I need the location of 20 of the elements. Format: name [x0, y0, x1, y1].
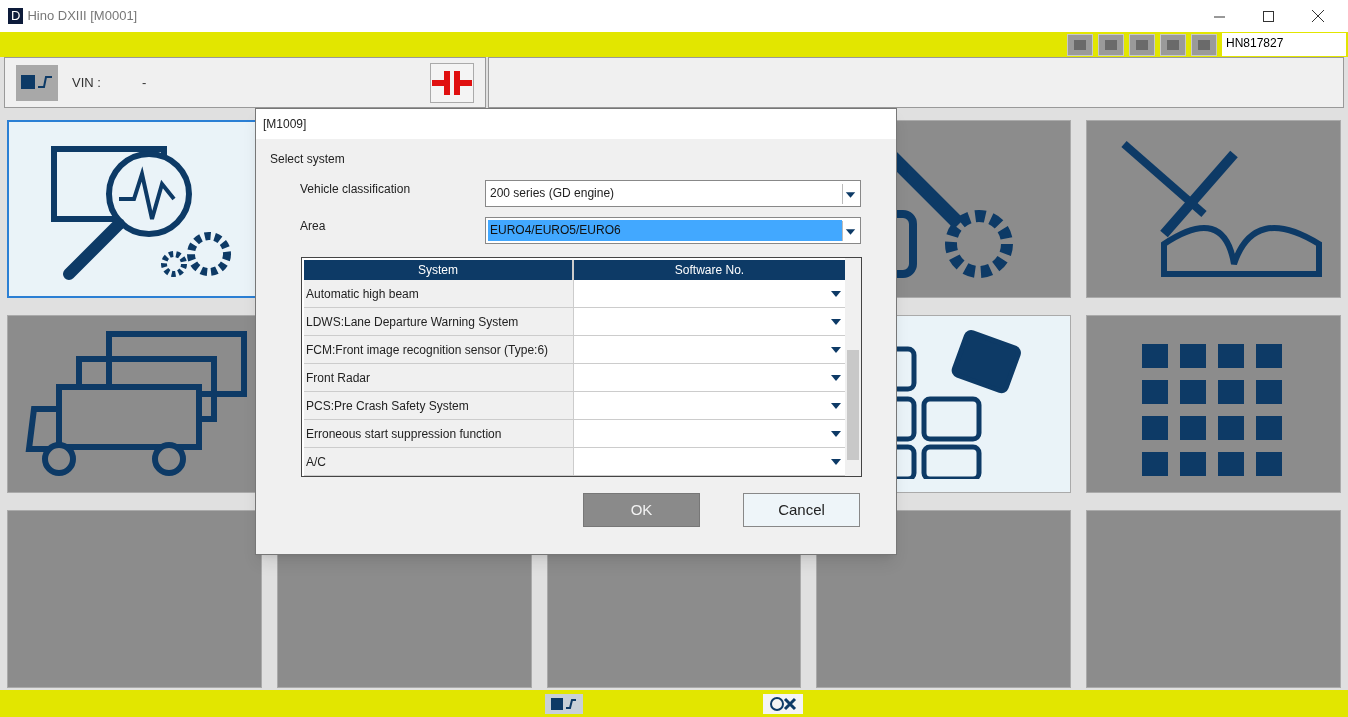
dialog-button[interactable]: Cancel — [743, 493, 860, 527]
vin-label: VIN : — [72, 73, 102, 92]
dropdown[interactable]: 200 series (GD engine) — [485, 180, 861, 207]
vin-value: - — [142, 73, 147, 92]
table-cell: Erroneous start suppression function — [304, 420, 574, 447]
user-id-field[interactable]: HN817827 — [1222, 33, 1346, 56]
table-cell: PCS:Pre Crash Safety System — [304, 392, 574, 419]
app-logo: D — [8, 8, 24, 24]
table-cell: Front Radar — [304, 364, 574, 391]
table-cell: LDWS:Lane Departure Warning System — [304, 308, 574, 335]
dropdown[interactable]: EURO4/EURO5/EURO6 — [485, 217, 861, 244]
field-label: Vehicle classification — [300, 181, 412, 198]
table-cell: Automatic high beam — [304, 280, 574, 307]
field-label: Area — [300, 218, 327, 235]
window-title: Hino DXIII [M0001] — [27, 7, 138, 26]
column-header[interactable]: Software No. — [574, 260, 845, 280]
dialog-title: [M1009] — [263, 116, 307, 133]
table-cell: A/C — [304, 448, 574, 475]
table-cell: FCM:Front image recognition sensor (Type:6) — [304, 336, 574, 363]
dialog-heading: Select system — [270, 151, 346, 168]
